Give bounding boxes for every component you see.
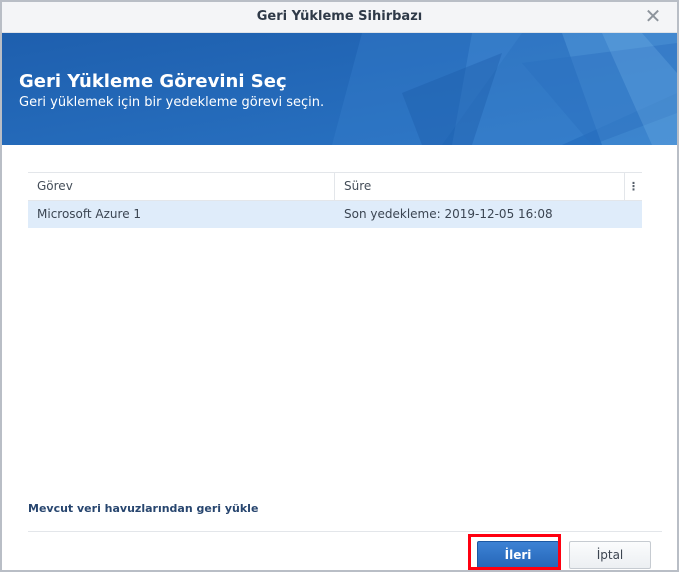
restore-from-pools-link[interactable]: Mevcut veri havuzlarından geri yükle bbox=[28, 502, 258, 515]
title-bar: Geri Yükleme Sihirbazı ✕ bbox=[2, 2, 677, 33]
column-header-time[interactable]: Süre bbox=[335, 173, 625, 200]
task-name-cell: Microsoft Azure 1 bbox=[37, 207, 142, 221]
column-menu-icon[interactable]: ⋮ bbox=[625, 173, 642, 200]
next-button[interactable]: İleri bbox=[477, 541, 559, 569]
restore-wizard-window: Geri Yükleme Sihirbazı ✕ Geri Yükleme Gö… bbox=[0, 0, 679, 572]
header-banner: Geri Yükleme Görevini Seç Geri yüklemek … bbox=[2, 33, 677, 145]
close-icon[interactable]: ✕ bbox=[643, 6, 663, 26]
column-header-task[interactable]: Görev bbox=[28, 173, 335, 200]
table-header: Görev Süre ⋮ bbox=[28, 173, 642, 201]
last-backup-cell: Son yedekleme: 2019-12-05 16:08 bbox=[344, 207, 553, 221]
banner-title: Geri Yükleme Görevini Seç bbox=[19, 71, 287, 92]
banner-subtitle: Geri yüklemek için bir yedekleme görevi … bbox=[19, 95, 325, 110]
task-table: Görev Süre ⋮ Microsoft Azure 1 Son yedek… bbox=[28, 172, 642, 228]
footer-divider bbox=[28, 531, 662, 532]
table-row[interactable]: Microsoft Azure 1 Son yedekleme: 2019-12… bbox=[28, 201, 642, 228]
cancel-button[interactable]: İptal bbox=[569, 541, 651, 569]
window-title: Geri Yükleme Sihirbazı bbox=[256, 9, 423, 24]
